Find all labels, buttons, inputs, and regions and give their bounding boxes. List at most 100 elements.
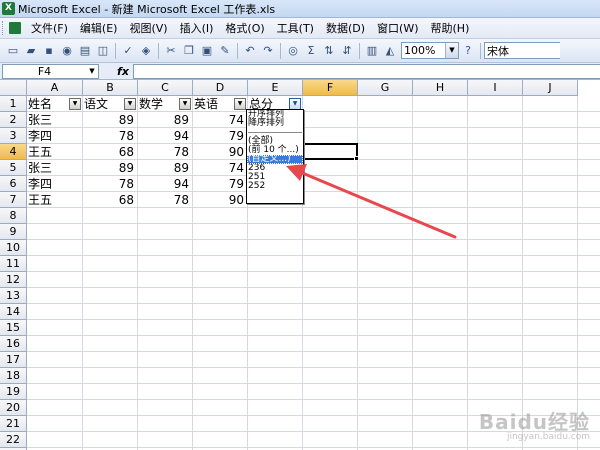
column-header-C[interactable]: C [138,80,193,96]
row-header-13[interactable]: 13 [0,288,27,304]
format-painter-icon[interactable]: ✎ [217,43,233,59]
row-header-7[interactable]: 7 [0,192,27,208]
row-header-14[interactable]: 14 [0,304,27,320]
menu-file[interactable]: 文件(F) [25,19,74,38]
column-header-D[interactable]: D [193,80,248,96]
sort-ascending-icon[interactable]: ⇅ [321,43,337,59]
select-all-corner[interactable] [0,80,27,96]
filter-option-value[interactable]: 252 [247,182,303,191]
header-cell[interactable]: 英语 [193,96,234,112]
redo-icon[interactable]: ↷ [260,43,276,59]
zoom-select[interactable]: 100% ▼ [401,42,459,59]
row-header-1[interactable]: 1 [0,96,27,112]
menu-format[interactable]: 格式(O) [219,19,270,38]
copy-icon[interactable]: ❐ [181,43,197,59]
name-box[interactable]: F4 ▼ [2,63,99,79]
row-header-4[interactable]: 4 [0,144,27,160]
score-cell[interactable]: 89 [83,160,137,176]
undo-icon[interactable]: ↶ [242,43,258,59]
row-header-12[interactable]: 12 [0,272,27,288]
header-cell[interactable]: 语文 [83,96,124,112]
column-header-E[interactable]: E [248,80,303,96]
chart-wizard-icon[interactable]: ▥ [364,43,380,59]
row-header-3[interactable]: 3 [0,128,27,144]
row-header-9[interactable]: 9 [0,224,27,240]
hyperlink-icon[interactable]: ◎ [285,43,301,59]
row-header-16[interactable]: 16 [0,336,27,352]
menu-data[interactable]: 数据(D) [320,19,371,38]
open-icon[interactable]: ▰ [23,43,39,59]
row-header-6[interactable]: 6 [0,176,27,192]
score-cell[interactable]: 89 [138,112,192,128]
column-header-I[interactable]: I [468,80,523,96]
column-header-B[interactable]: B [83,80,138,96]
workbook-icon[interactable] [9,22,21,34]
chevron-down-icon[interactable]: ▼ [445,43,458,58]
name-cell[interactable]: 王五 [27,144,82,160]
autofilter-dropdown-button[interactable]: ▼ [234,98,246,110]
score-cell[interactable]: 78 [83,128,137,144]
fx-icon[interactable]: fx [113,65,133,78]
font-select[interactable]: 宋体 [484,42,560,59]
row-header-15[interactable]: 15 [0,320,27,336]
formula-input[interactable] [133,63,600,79]
name-cell[interactable]: 李四 [27,128,82,144]
score-cell[interactable]: 90 [193,144,247,160]
column-header-J[interactable]: J [523,80,578,96]
score-cell[interactable]: 78 [138,144,192,160]
score-cell[interactable]: 89 [138,160,192,176]
autofilter-dropdown-button[interactable]: ▼ [69,98,81,110]
score-cell[interactable]: 79 [193,176,247,192]
row-header-10[interactable]: 10 [0,240,27,256]
row-header-20[interactable]: 20 [0,400,27,416]
permission-icon[interactable]: ◉ [59,43,75,59]
score-cell[interactable]: 74 [193,160,247,176]
paste-icon[interactable]: ▣ [199,43,215,59]
menu-tools[interactable]: 工具(T) [271,19,320,38]
score-cell[interactable]: 94 [138,176,192,192]
row-header-17[interactable]: 17 [0,352,27,368]
column-header-G[interactable]: G [358,80,413,96]
row-header-2[interactable]: 2 [0,112,27,128]
research-icon[interactable]: ◈ [138,43,154,59]
row-header-5[interactable]: 5 [0,160,27,176]
filter-option-sort-desc[interactable]: 降序排列 [247,119,303,128]
column-header-F[interactable]: F [303,80,358,96]
menu-view[interactable]: 视图(V) [123,19,173,38]
score-cell[interactable]: 78 [138,192,192,208]
autosum-icon[interactable]: Σ [303,43,319,59]
score-cell[interactable]: 89 [83,112,137,128]
score-cell[interactable]: 94 [138,128,192,144]
menu-insert[interactable]: 插入(I) [174,19,220,38]
score-cell[interactable]: 90 [193,192,247,208]
print-icon[interactable]: ▤ [77,43,93,59]
score-cell[interactable]: 79 [193,128,247,144]
autofilter-dropdown-button[interactable]: ▼ [179,98,191,110]
row-header-11[interactable]: 11 [0,256,27,272]
column-header-A[interactable]: A [27,80,83,96]
save-icon[interactable]: ▪ [41,43,57,59]
column-header-H[interactable]: H [413,80,468,96]
row-header-19[interactable]: 19 [0,384,27,400]
name-cell[interactable]: 张三 [27,112,82,128]
row-header-8[interactable]: 8 [0,208,27,224]
chevron-down-icon[interactable]: ▼ [86,65,98,78]
header-cell[interactable]: 姓名 [27,96,69,112]
score-cell[interactable]: 74 [193,112,247,128]
print-preview-icon[interactable]: ◫ [95,43,111,59]
menu-window[interactable]: 窗口(W) [371,19,424,38]
header-cell[interactable]: 数学 [138,96,179,112]
name-cell[interactable]: 王五 [27,192,82,208]
drawing-icon[interactable]: ◭ [382,43,398,59]
new-icon[interactable]: ▭ [5,43,21,59]
spelling-icon[interactable]: ✓ [120,43,136,59]
menu-help[interactable]: 帮助(H) [425,19,476,38]
sort-descending-icon[interactable]: ⇵ [339,43,355,59]
autofilter-dropdown-button[interactable]: ▼ [124,98,136,110]
cut-icon[interactable]: ✂ [163,43,179,59]
row-header-18[interactable]: 18 [0,368,27,384]
menu-edit[interactable]: 编辑(E) [74,19,124,38]
fill-handle[interactable] [354,156,359,161]
score-cell[interactable]: 78 [83,176,137,192]
score-cell[interactable]: 68 [83,144,137,160]
